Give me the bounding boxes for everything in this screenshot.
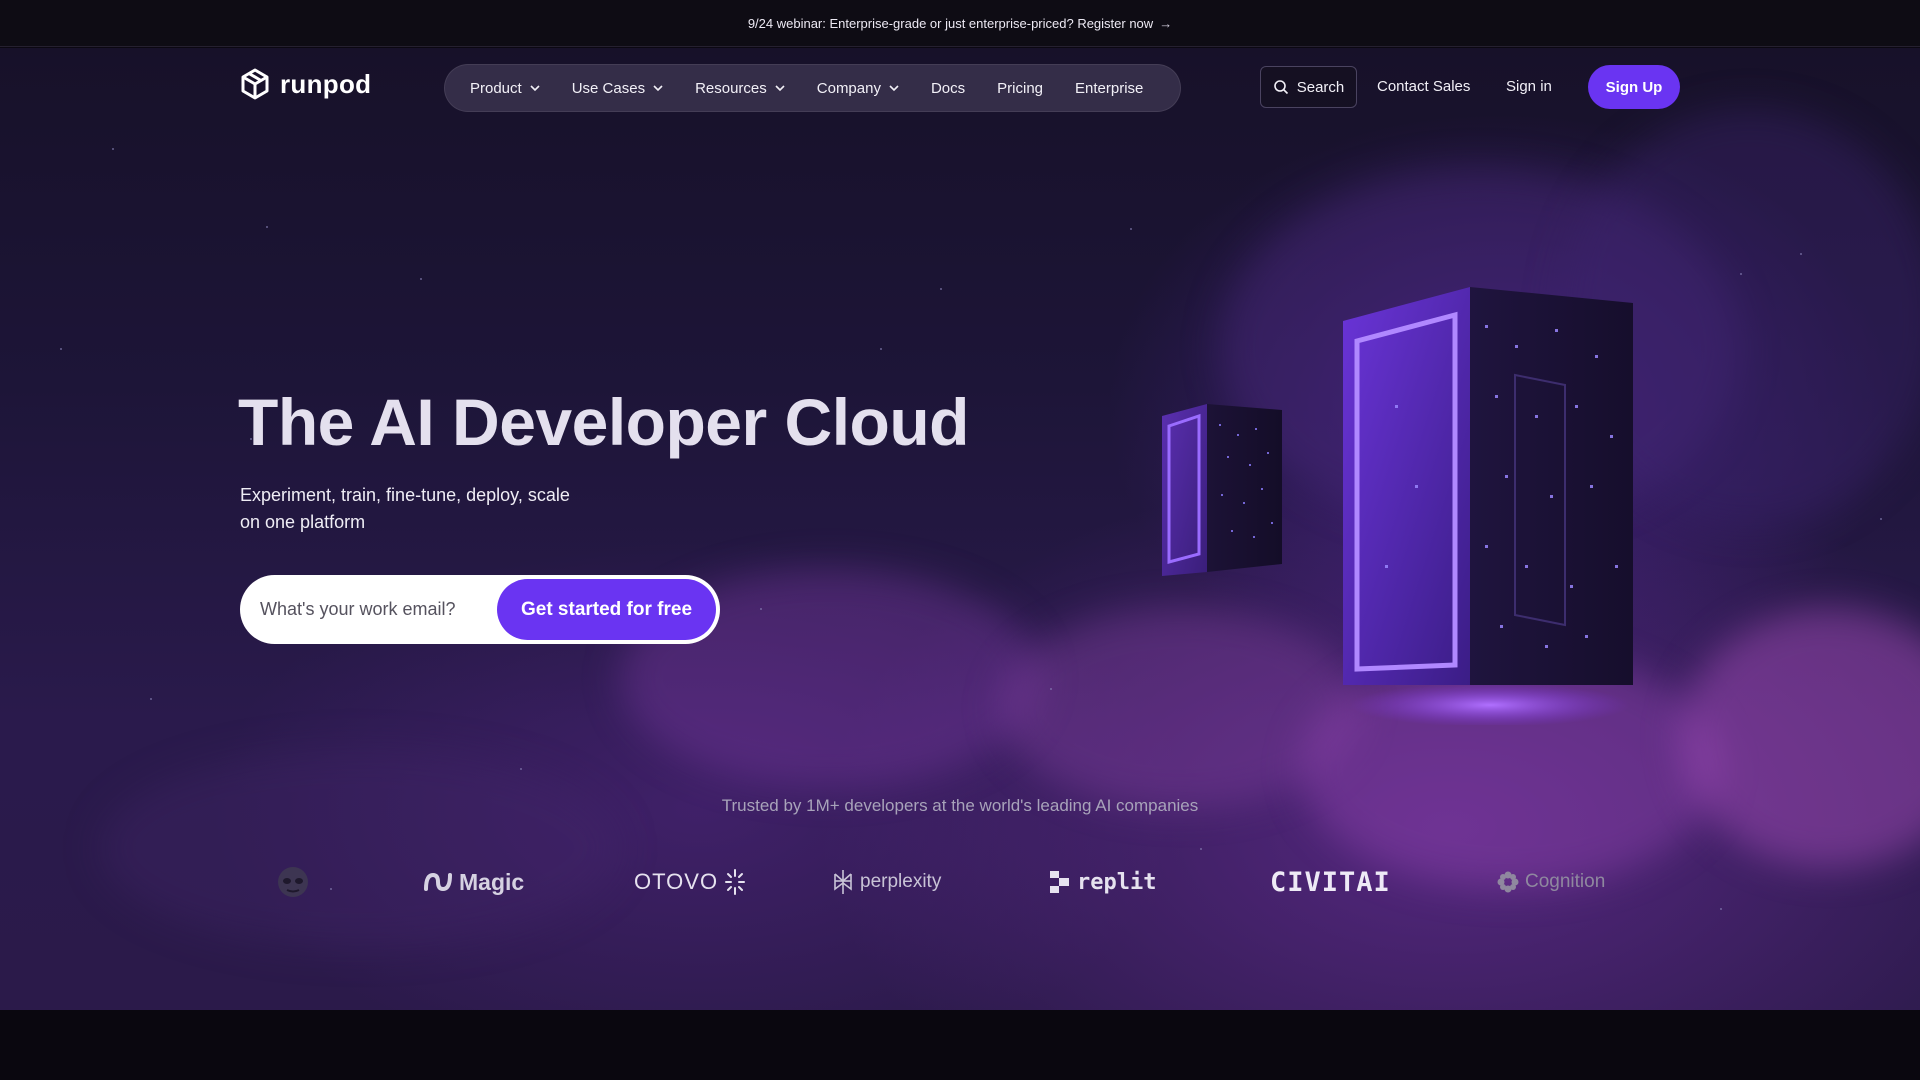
customer-logo-cognition: Cognition: [1497, 862, 1605, 902]
brand-name: runpod: [280, 68, 372, 99]
contact-sales-link[interactable]: Contact Sales: [1377, 78, 1470, 95]
announcement-text[interactable]: 9/24 webinar: Enterprise-grade or just e…: [748, 16, 1153, 31]
sign-up-button[interactable]: Sign Up: [1588, 65, 1680, 109]
hero-subtitle-line: Experiment, train, fine-tune, deploy, sc…: [240, 485, 570, 505]
replit-icon: [1050, 871, 1069, 893]
search-button[interactable]: Search: [1260, 66, 1357, 108]
nav-item-label: Docs: [930, 79, 966, 97]
sign-in-link[interactable]: Sign in: [1506, 78, 1552, 95]
email-signup-form: Get started for free: [240, 575, 720, 644]
server-rack-large-illustration: [1343, 287, 1633, 725]
nav-item-label: Pricing: [997, 79, 1044, 97]
magic-wave-icon: [424, 872, 452, 892]
nav-item-label: Enterprise: [1075, 79, 1144, 97]
customer-logo-label: Cognition: [1525, 871, 1606, 892]
chevron-down-icon: [530, 85, 540, 92]
hero-subtitle: Experiment, train, fine-tune, deploy, sc…: [240, 482, 600, 536]
nav-item-docs[interactable]: Docs: [931, 80, 965, 97]
nav-item-pricing[interactable]: Pricing: [997, 80, 1043, 97]
customer-logo-faded: [276, 862, 310, 902]
runpod-cube-icon: [241, 68, 269, 100]
customer-logos-row: Magic OTOVO perplexity replit CIVITAI Co…: [240, 862, 1680, 902]
page-bottom-band: [0, 1010, 1920, 1080]
customer-logo-label: Magic: [459, 868, 525, 895]
customer-logo-label: OTOVO: [634, 869, 719, 894]
trusted-by-text: Trusted by 1M+ developers at the world's…: [721, 796, 1199, 815]
customer-logo-perplexity: perplexity: [832, 862, 941, 902]
alien-face-icon: [278, 867, 308, 897]
customer-logo-magic: Magic: [423, 862, 524, 902]
nav-item-use-cases[interactable]: Use Cases: [572, 80, 663, 97]
customer-logo-otovo: OTOVO: [634, 862, 746, 902]
perplexity-icon: [834, 870, 852, 894]
customer-logo-label: CIVITAI: [1270, 866, 1391, 898]
hero-title: The AI Developer Cloud: [238, 385, 969, 459]
hero-subtitle-line: on one platform: [240, 512, 366, 532]
customer-logo-label: perplexity: [860, 871, 942, 892]
search-icon: [1273, 80, 1288, 95]
email-input[interactable]: [260, 599, 490, 620]
cognition-flower-icon: [1497, 871, 1519, 893]
nav-item-product[interactable]: Product: [470, 80, 540, 97]
customer-logo-civitai: CIVITAI: [1270, 862, 1391, 902]
get-started-button[interactable]: Get started for free: [497, 579, 716, 640]
nav-item-company[interactable]: Company: [817, 80, 899, 97]
announcement-bar[interactable]: 9/24 webinar: Enterprise-grade or just e…: [0, 0, 1920, 47]
nav-item-label: Use Cases: [571, 79, 646, 97]
customer-logo-label: replit: [1077, 869, 1157, 895]
arrow-right-icon: →: [1159, 15, 1173, 31]
chevron-down-icon: [775, 85, 785, 92]
nav-item-label: Company: [816, 79, 881, 97]
brand-logo[interactable]: runpod: [240, 68, 371, 100]
nav-item-enterprise[interactable]: Enterprise: [1075, 80, 1143, 97]
nav-item-resources[interactable]: Resources: [695, 80, 785, 97]
sunburst-icon: [725, 869, 746, 895]
main-nav: Product Use Cases Resources Company Docs…: [444, 64, 1181, 112]
chevron-down-icon: [889, 85, 899, 92]
nav-item-label: Resources: [695, 79, 767, 97]
server-rack-small-illustration: [1162, 404, 1282, 576]
chevron-down-icon: [653, 85, 663, 92]
search-label: Search: [1296, 78, 1345, 96]
nav-item-label: Product: [470, 79, 522, 97]
customer-logo-replit: replit: [1049, 862, 1156, 902]
